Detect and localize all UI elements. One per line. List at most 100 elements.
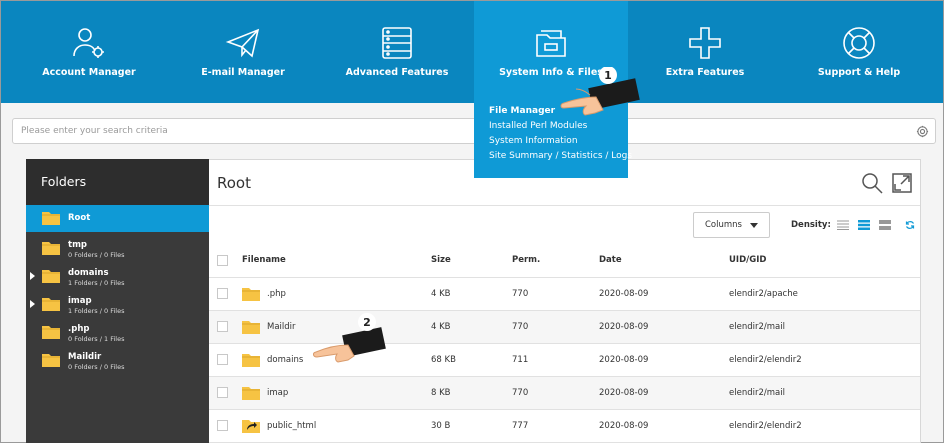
- header-size[interactable]: Size: [431, 244, 512, 278]
- folder-name: Maildir: [68, 352, 102, 362]
- folder-tree-item[interactable]: domains 1 Folders / 0 Files: [26, 263, 209, 290]
- density-comfortable-icon[interactable]: [879, 220, 891, 230]
- file-name[interactable]: .php: [267, 289, 286, 299]
- row-checkbox[interactable]: [217, 420, 228, 431]
- search-icon[interactable]: [861, 172, 883, 194]
- expand-icon[interactable]: [891, 172, 913, 194]
- folder-icon: [242, 321, 260, 334]
- top-navigation: Account Manager E-mail Manager Advanced …: [1, 1, 943, 103]
- nav-advanced-features[interactable]: Advanced Features: [339, 1, 455, 103]
- file-perm: 777: [512, 409, 599, 443]
- folder-icon: [242, 288, 260, 301]
- file-perm: 711: [512, 343, 599, 377]
- file-perm: 770: [512, 277, 599, 311]
- file-size: 4 KB: [431, 310, 512, 344]
- header-uid-gid[interactable]: UID/GID: [729, 244, 920, 278]
- folder-name: .php: [68, 324, 90, 334]
- folder-name: Root: [68, 213, 91, 223]
- row-checkbox[interactable]: [217, 387, 228, 398]
- nav-label: E-mail Manager: [201, 67, 285, 78]
- file-size: 8 KB: [431, 376, 512, 410]
- shortcut-folder-icon: [242, 420, 260, 433]
- header-filename[interactable]: Filename: [242, 244, 431, 278]
- table-row[interactable]: imap 8 KB 770 2020-08-09 elendir2/mail: [209, 376, 920, 410]
- file-uid: elendir2/elendir2: [729, 409, 920, 443]
- file-size: 30 B: [431, 409, 512, 443]
- gear-icon[interactable]: [916, 125, 929, 138]
- dropdown-item-perl-modules[interactable]: Installed Perl Modules: [489, 121, 587, 131]
- folder-icon: [42, 242, 60, 255]
- divider: [209, 205, 920, 206]
- folder-tree-item[interactable]: .php 0 Folders / 1 Files: [26, 319, 209, 346]
- caret-down-icon: [750, 223, 758, 228]
- file-uid: elendir2/mail: [729, 376, 920, 410]
- file-date: 2020-08-09: [599, 277, 729, 311]
- file-date: 2020-08-09: [599, 310, 729, 344]
- nav-label: Account Manager: [42, 67, 136, 78]
- folder-tree-item[interactable]: tmp 0 Folders / 0 Files: [26, 235, 209, 262]
- expand-arrow-icon[interactable]: [30, 272, 35, 280]
- file-list-panel: Root Columns Density: Filename Size Perm…: [209, 159, 921, 443]
- folder-icon: [242, 354, 260, 367]
- header-perm[interactable]: Perm.: [512, 244, 599, 278]
- step-number: 1: [604, 69, 612, 82]
- folder-name: tmp: [68, 240, 88, 250]
- file-perm: 770: [512, 310, 599, 344]
- folder-stats: 0 Folders / 1 Files: [68, 335, 125, 343]
- density-compact-icon[interactable]: [837, 220, 849, 230]
- file-uid: elendir2/mail: [729, 310, 920, 344]
- folder-tree-item[interactable]: Maildir 0 Folders / 0 Files: [26, 347, 209, 374]
- density-normal-icon[interactable]: [858, 220, 870, 230]
- nav-label: Advanced Features: [345, 67, 449, 78]
- folder-stats: 1 Folders / 0 Files: [68, 279, 125, 287]
- folder-name: domains: [68, 268, 109, 278]
- row-checkbox[interactable]: [217, 354, 228, 365]
- table-header-row: Filename Size Perm. Date UID/GID: [209, 244, 920, 278]
- folder-stats: 1 Folders / 0 Files: [68, 307, 125, 315]
- dropdown-item-system-information[interactable]: System Information: [489, 136, 578, 146]
- folder-stats: 0 Folders / 0 Files: [68, 363, 125, 371]
- row-checkbox[interactable]: [217, 288, 228, 299]
- folder-tree-item[interactable]: imap 1 Folders / 0 Files: [26, 291, 209, 318]
- nav-label: Support & Help: [817, 67, 901, 78]
- users-gear-icon: [73, 28, 104, 58]
- file-name[interactable]: Maildir: [267, 322, 296, 332]
- file-name[interactable]: public_html: [267, 421, 316, 431]
- columns-label: Columns: [705, 220, 742, 230]
- nav-account-manager[interactable]: Account Manager: [31, 1, 147, 103]
- file-name[interactable]: domains: [267, 355, 303, 365]
- folder-stats: 0 Folders / 0 Files: [68, 251, 125, 259]
- folder-name: imap: [68, 296, 92, 306]
- file-date: 2020-08-09: [599, 409, 729, 443]
- file-cabinet-icon: [536, 30, 566, 57]
- file-size: 4 KB: [431, 277, 512, 311]
- table-row[interactable]: .php 4 KB 770 2020-08-09 elendir2/apache: [209, 277, 920, 311]
- nav-email-manager[interactable]: E-mail Manager: [185, 1, 301, 103]
- row-checkbox[interactable]: [217, 321, 228, 332]
- file-uid: elendir2/apache: [729, 277, 920, 311]
- header-date[interactable]: Date: [599, 244, 729, 278]
- file-name[interactable]: imap: [267, 388, 288, 398]
- folder-tree-item[interactable]: Root: [26, 205, 209, 232]
- columns-button[interactable]: Columns: [693, 212, 770, 238]
- file-date: 2020-08-09: [599, 376, 729, 410]
- expand-arrow-icon[interactable]: [30, 300, 35, 308]
- select-all-checkbox[interactable]: [217, 254, 228, 266]
- refresh-icon[interactable]: [905, 220, 915, 230]
- folder-icon: [42, 212, 60, 225]
- file-date: 2020-08-09: [599, 343, 729, 377]
- nav-support-help[interactable]: Support & Help: [801, 1, 917, 103]
- folders-title: Folders: [26, 159, 209, 205]
- file-uid: elendir2/elendir2: [729, 343, 920, 377]
- nav-label: Extra Features: [665, 67, 745, 78]
- search-input[interactable]: [21, 123, 881, 139]
- pointing-hand-step1-icon: 1: [560, 67, 640, 116]
- table-row[interactable]: public_html 30 B 777 2020-08-09 elendir2…: [209, 409, 920, 443]
- file-size: 68 KB: [431, 343, 512, 377]
- folder-icon: [42, 298, 60, 311]
- folder-icon: [42, 326, 60, 339]
- dropdown-item-site-summary[interactable]: Site Summary / Statistics / Logs: [489, 151, 632, 161]
- plus-icon: [689, 27, 721, 59]
- folder-icon: [242, 387, 260, 400]
- nav-extra-features[interactable]: Extra Features: [647, 1, 763, 103]
